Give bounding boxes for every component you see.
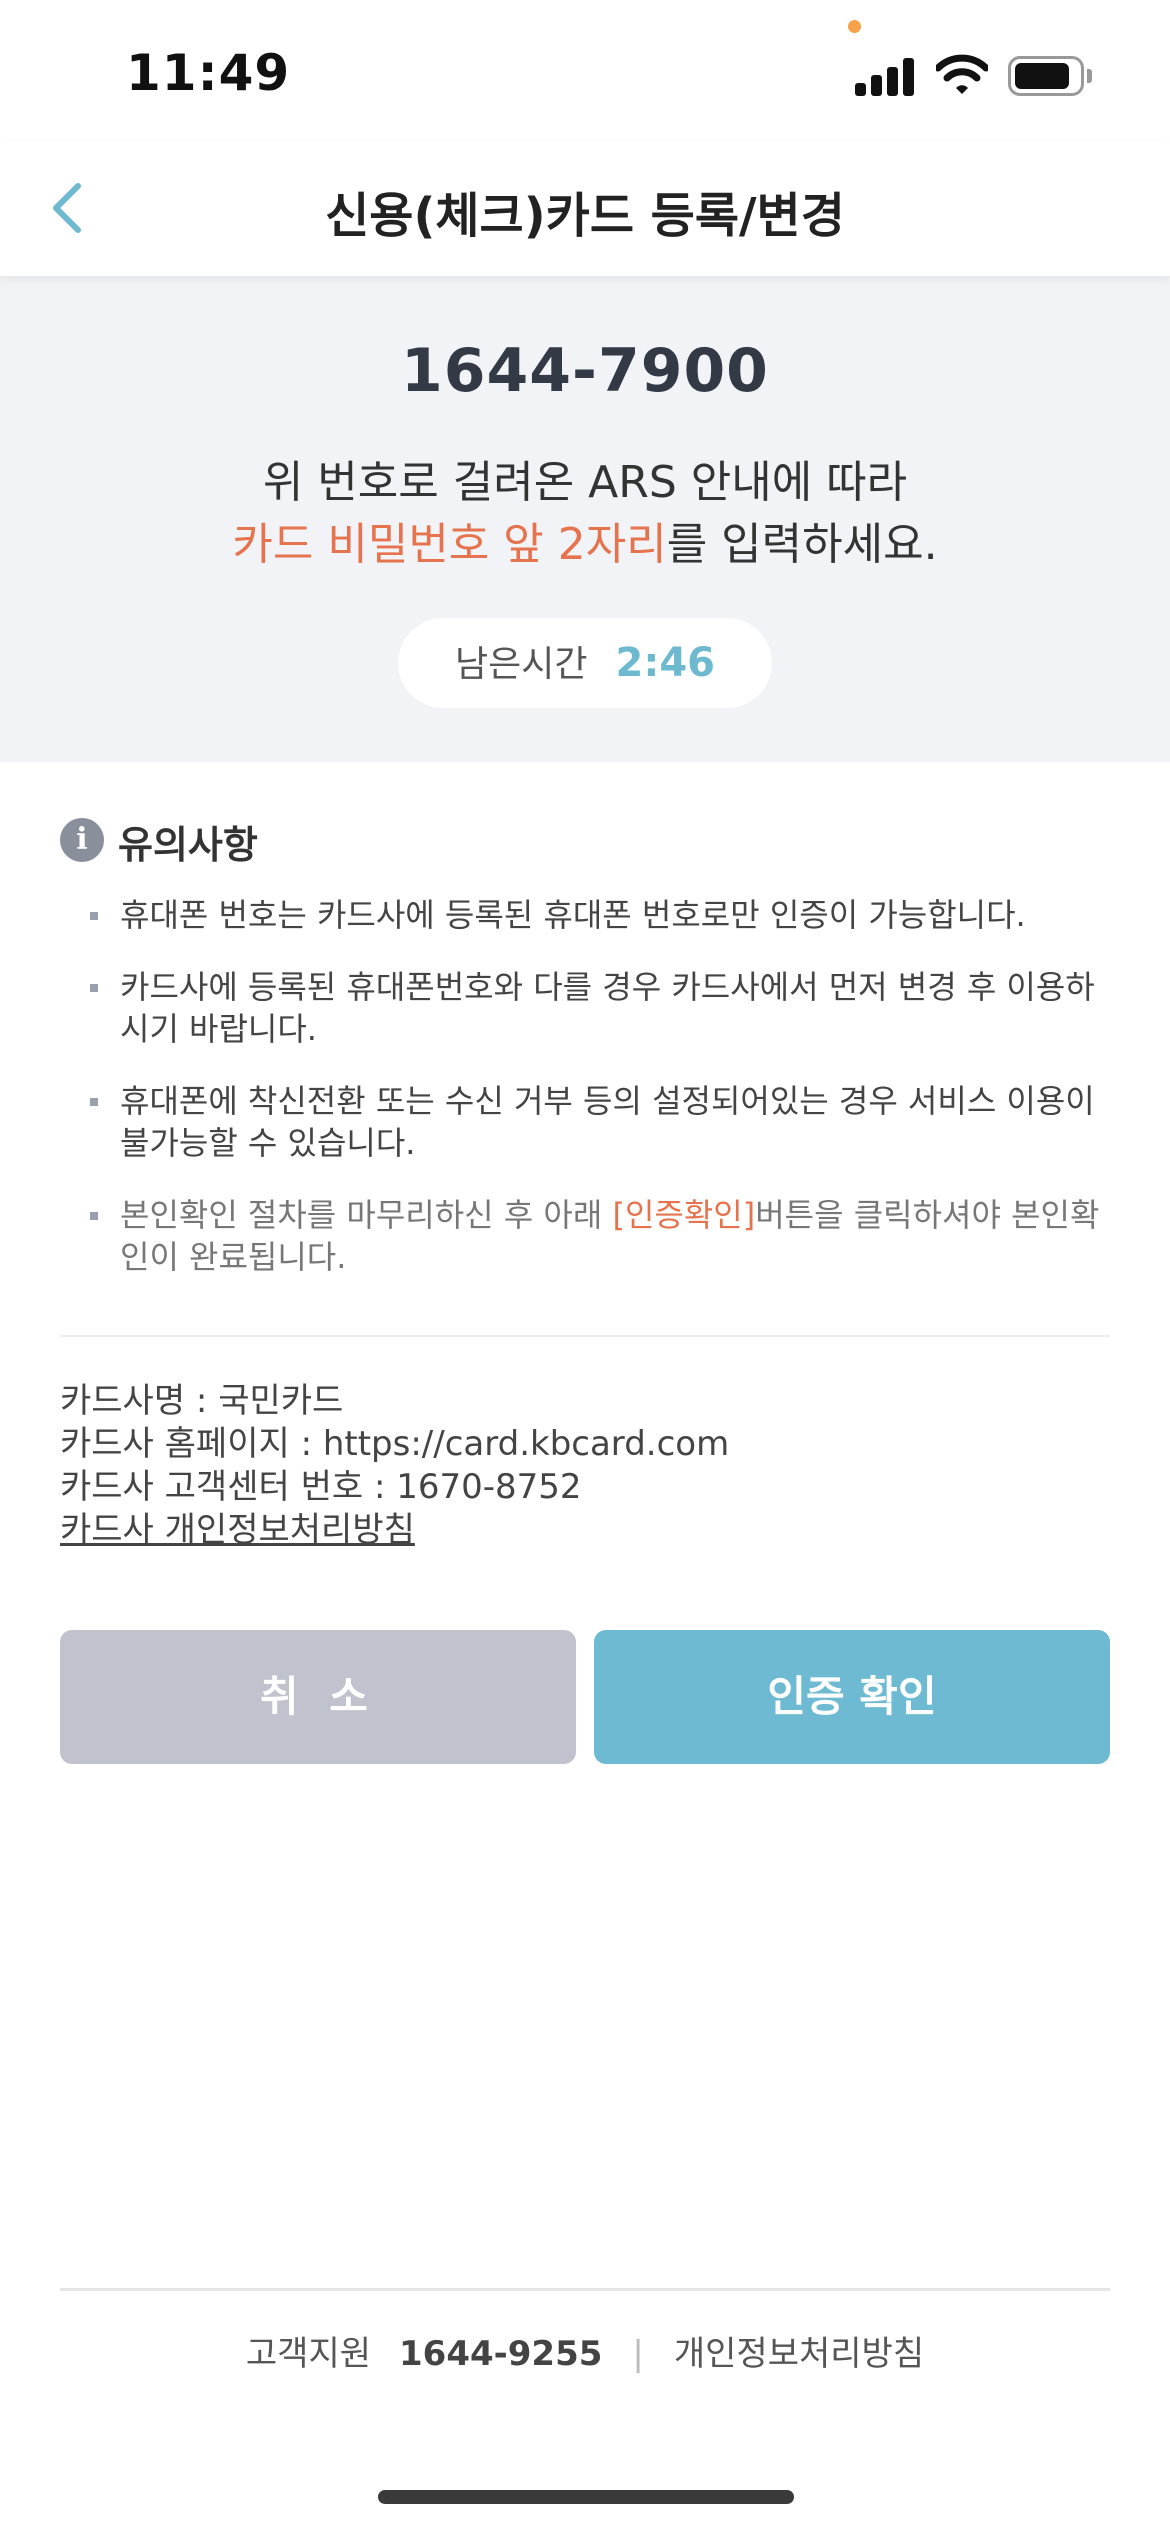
card-company-info: 카드사명 : 국민카드 카드사 홈페이지 : https://card.kbca… [60,1380,729,1552]
ars-instruction-line1: 위 번호로 걸려온 ARS 안내에 따라 [262,457,908,508]
notice-item: 본인확인 절차를 마무리하신 후 아래 [인증확인]버튼을 클릭하셔야 본인확인… [60,1194,1110,1278]
card-company-center-number: 카드사 고객센터 번호 : 1670-8752 [60,1467,582,1507]
home-indicator [378,2490,794,2504]
footer-separator: | [632,2334,644,2374]
battery-icon [1008,56,1092,96]
notice-item: 휴대폰 번호는 카드사에 등록된 휴대폰 번호로만 인증이 가능합니다. [60,894,1110,936]
ars-instruction-rest: 를 입력하세요. [666,519,938,570]
page-title: 신용(체크)카드 등록/변경 [325,188,845,244]
card-company-homepage: 카드사 홈페이지 : https://card.kbcard.com [60,1424,730,1464]
cancel-button[interactable]: 취 소 [60,1630,576,1764]
footer-divider [60,2288,1110,2291]
ars-instruction-highlight: 카드 비밀번호 앞 2자리 [232,519,667,570]
notice-item: 카드사에 등록된 휴대폰번호와 다를 경우 카드사에서 먼저 변경 후 이용하시… [60,966,1110,1050]
notice-item-text: 본인확인 절차를 마무리하신 후 아래 [120,1196,613,1234]
remaining-time-badge: 남은시간 2:46 [398,618,772,708]
wifi-icon [936,54,988,94]
card-company-name: 카드사명 : 국민카드 [60,1381,344,1421]
cellular-signal-icon [855,58,915,96]
privacy-indicator-dot [848,20,861,33]
notice-section: i 유의사항 휴대폰 번호는 카드사에 등록된 휴대폰 번호로만 인증이 가능합… [60,810,1110,1308]
card-privacy-policy-link[interactable]: 카드사 개인정보처리방침 [60,1509,729,1552]
notice-item: 휴대폰에 착신전환 또는 수신 거부 등의 설정되어있는 경우 서비스 이용이 … [60,1080,1110,1164]
notice-title: 유의사항 [118,823,258,867]
notice-header: i 유의사항 [60,810,1110,870]
ars-instruction-line2: 카드 비밀번호 앞 2자리를 입력하세요. [0,508,1170,572]
support-phone-link[interactable]: 1644-9255 [399,2334,602,2374]
timer-label: 남은시간 [455,644,588,685]
info-icon: i [60,818,104,862]
status-time: 11:49 [126,44,291,102]
notice-item-highlight: [인증확인] [612,1196,756,1234]
divider [60,1335,1110,1337]
ars-phone-number: 1644-7900 [401,336,769,406]
status-bar: 11:49 [0,0,1170,140]
notice-list: 휴대폰 번호는 카드사에 등록된 휴대폰 번호로만 인증이 가능합니다. 카드사… [60,894,1110,1278]
support-label: 고객지원 [245,2334,372,2374]
timer-value: 2:46 [615,640,715,686]
app-header: 신용(체크)카드 등록/변경 [0,140,1170,276]
privacy-policy-link[interactable]: 개인정보처리방침 [674,2334,924,2374]
confirm-verification-button[interactable]: 인증 확인 [594,1630,1110,1764]
ars-instruction-panel: 1644-7900 위 번호로 걸려온 ARS 안내에 따라 카드 비밀번호 앞… [0,276,1170,762]
footer: 고객지원 1644-9255 | 개인정보처리방침 [0,2326,1170,2375]
